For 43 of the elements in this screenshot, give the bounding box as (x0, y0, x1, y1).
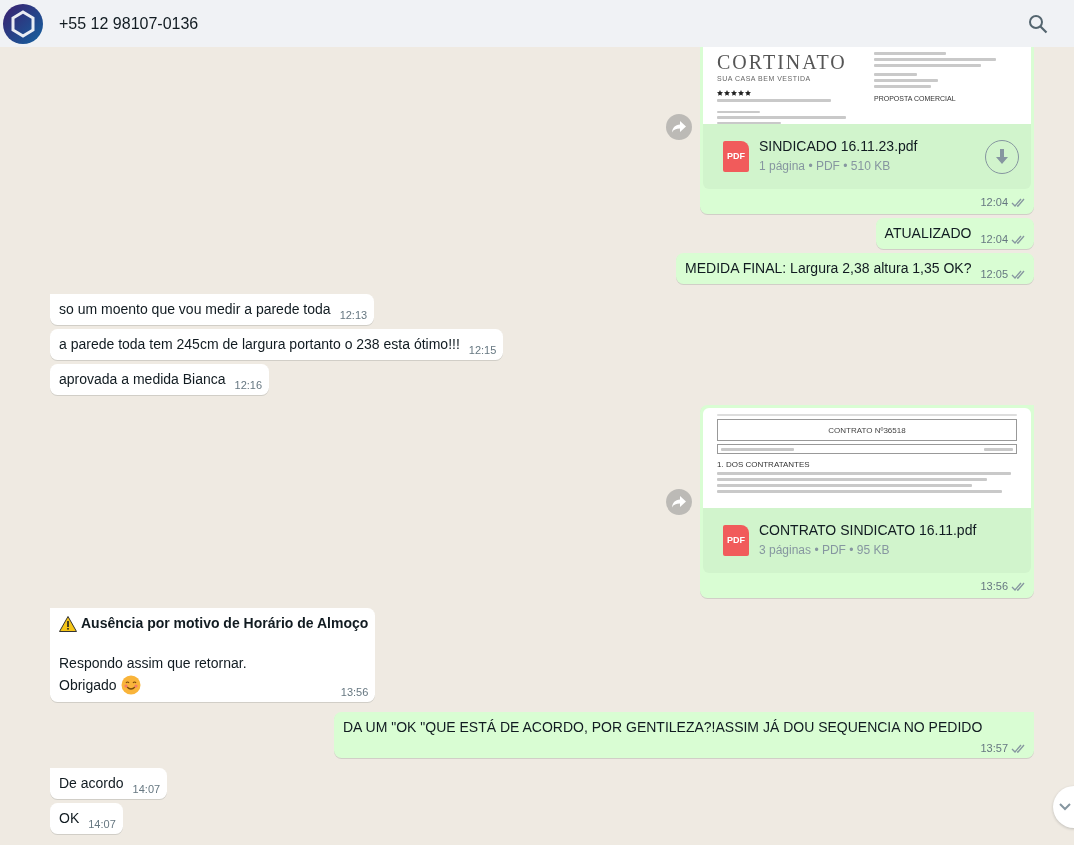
message-time: 13:56 (980, 578, 1008, 594)
message-text: MEDIDA FINAL: Largura 2,38 altura 1,35 OK? (685, 259, 972, 278)
file-name: SINDICADO 16.11.23.pdf (759, 137, 919, 155)
message-text: so um moento que vou medir a parede toda (59, 300, 331, 319)
message-text: ATUALIZADO (884, 224, 972, 243)
brand-logo-text: CORTINATO (717, 52, 848, 72)
warning-icon (59, 615, 77, 632)
chevron-down-icon (1059, 803, 1071, 811)
pdf-file-icon: PDF (723, 141, 749, 172)
file-name: CONTRATO SINDICATO 16.11.pdf (759, 521, 978, 539)
forward-icon (672, 120, 686, 133)
message-text: aprovada a medida Bianca (59, 370, 226, 389)
message-title: Ausência por motivo de Horário de Almoço (81, 614, 369, 633)
message-time: 12:16 (234, 378, 263, 393)
section-heading: 1. DOS CONTRATANTES (717, 460, 811, 469)
file-details: 1 página • PDF • 510 KB (759, 158, 892, 175)
message-time: 12:04 (980, 194, 1008, 210)
message-time: 12:04 (980, 232, 1008, 247)
message-time: 12:05 (980, 267, 1008, 282)
message-time: 12:13 (339, 308, 368, 323)
document-heading: CONTRATO Nº36518 (828, 424, 906, 437)
file-details: 3 páginas • PDF • 95 KB (759, 542, 891, 559)
search-icon[interactable] (1028, 13, 1048, 34)
message-text: OK (59, 809, 80, 828)
pdf-file-icon: PDF (723, 525, 749, 556)
message-time: 14:07 (132, 782, 161, 797)
forward-button[interactable] (666, 113, 692, 140)
message-time: 14:07 (88, 817, 116, 832)
message-text: Respondo assim que retornar. (59, 653, 247, 673)
file-card[interactable]: PDF CONTRATO SINDICATO 16.11.pdf 3 páginas • PDF • 95 KB (703, 508, 1031, 573)
message-time: 13:57 (980, 741, 1008, 756)
forward-button[interactable] (666, 488, 692, 515)
message-text: Obrigado (59, 675, 117, 695)
message-text: De acordo (59, 774, 124, 793)
file-card[interactable]: PDF SINDICADO 16.11.23.pdf 1 página • PDF • 510 KB (703, 124, 1031, 189)
message-time: 12:15 (468, 343, 497, 358)
message-text: a parede toda tem 245cm de largura portanto o 238 esta ótimo!!! (59, 335, 460, 354)
avatar-icon[interactable] (3, 3, 43, 44)
download-icon (995, 148, 1009, 165)
message-time: 13:56 (340, 685, 369, 700)
message-text: DA UM "OK "QUE ESTÁ DE ACORDO, POR GENTILEZA?!ASSIM JÁ DOU SEQUENCIA NO PEDIDO (343, 718, 983, 737)
smiling-face-icon (120, 675, 141, 695)
forward-icon (672, 495, 686, 508)
